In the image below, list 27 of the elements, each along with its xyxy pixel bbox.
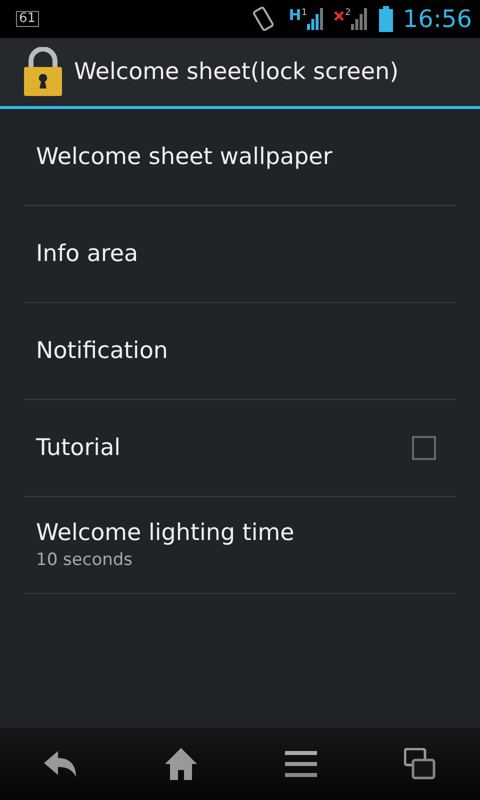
battery-icon [378,6,393,32]
settings-item[interactable]: Welcome lighting time 10 seconds [24,497,456,594]
settings-item[interactable]: Welcome sheet wallpaper [24,109,456,206]
setting-title: Info area [36,241,138,267]
settings-item[interactable]: Tutorial [24,400,456,497]
setting-title: Welcome sheet wallpaper [36,144,332,170]
clock: 16:56 [402,5,472,33]
notification-count: 61 [16,11,39,27]
checkbox[interactable] [412,436,436,460]
no-signal-icon [333,10,346,22]
setting-summary: 10 seconds [36,550,134,570]
home-icon[interactable] [165,748,198,780]
network-type: H [288,6,302,24]
setting-title: Notification [36,338,168,364]
signal-icon [307,8,324,30]
sim-number: 2 [345,8,351,18]
signal-icon [350,8,367,30]
sim-number: 1 [301,8,308,18]
settings-item[interactable]: Notification [24,303,456,400]
setting-title: Welcome lighting time [36,520,294,546]
menu-icon[interactable] [284,751,317,777]
screen-title: Welcome sheet(lock screen) [74,59,399,85]
back-icon[interactable] [44,751,78,777]
padlock-icon [22,47,64,97]
settings-item[interactable]: Info area [24,206,456,303]
recent-apps-icon[interactable] [404,748,436,780]
setting-title: Tutorial [36,435,121,461]
